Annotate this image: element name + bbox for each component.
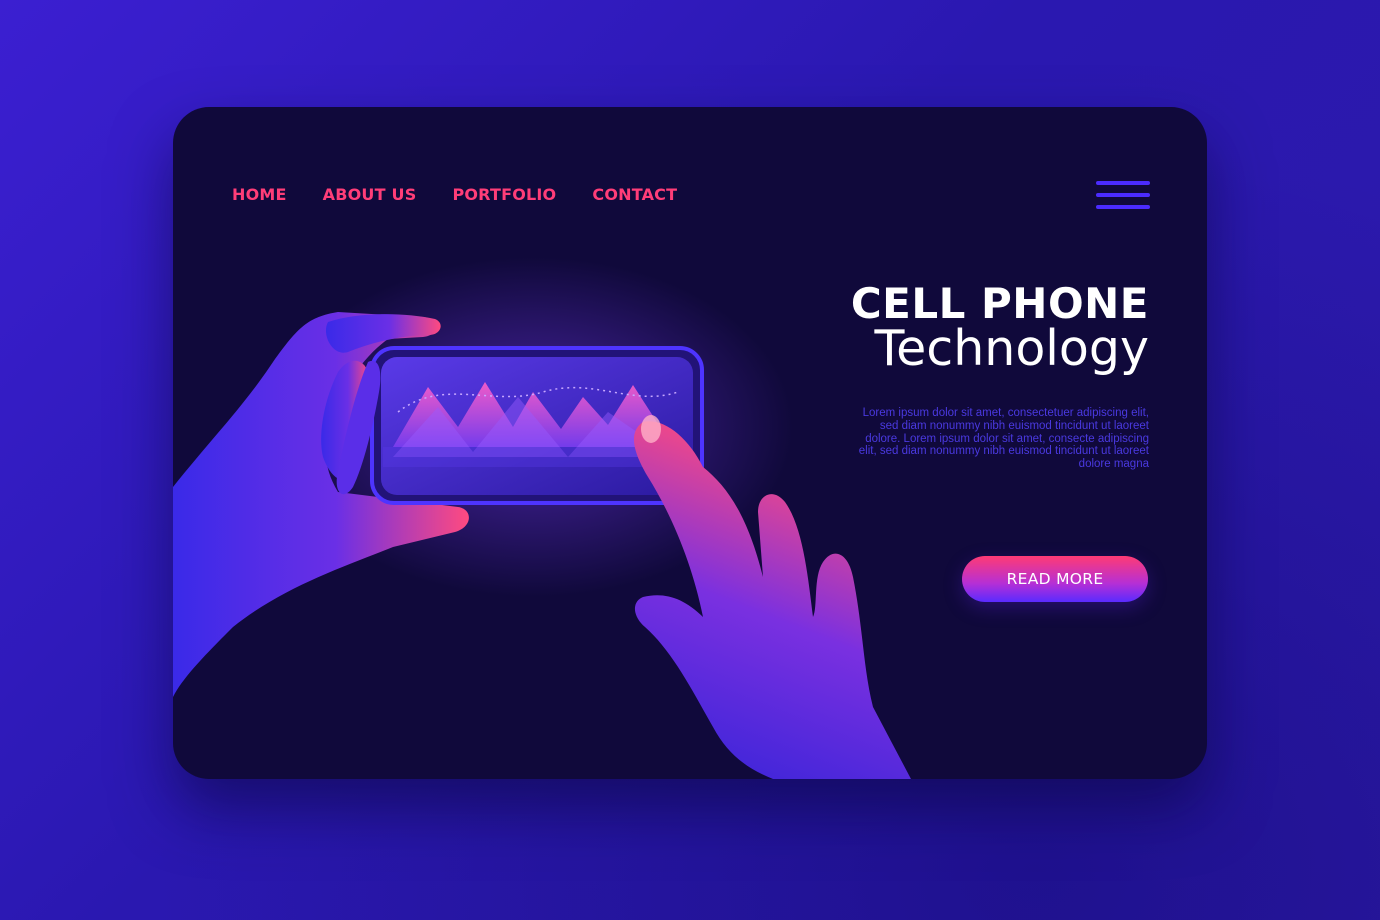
hamburger-line — [1096, 193, 1150, 197]
nav-contact-link[interactable]: CONTACT — [592, 185, 677, 204]
landing-card: HOME ABOUT US PORTFOLIO CONTACT CELL PHO… — [173, 107, 1207, 779]
nav-portfolio-link[interactable]: PORTFOLIO — [452, 185, 556, 204]
hamburger-menu-icon[interactable] — [1096, 181, 1150, 211]
nav-home-link[interactable]: HOME — [232, 185, 287, 204]
hamburger-line — [1096, 205, 1150, 209]
hero-description: Lorem ipsum dolor sit amet, consectetuer… — [858, 407, 1149, 471]
hamburger-line — [1096, 181, 1150, 185]
hero-title-line2: Technology — [874, 320, 1149, 377]
main-nav: HOME ABOUT US PORTFOLIO CONTACT — [232, 185, 677, 204]
nav-about-us-link[interactable]: ABOUT US — [323, 185, 417, 204]
read-more-button[interactable]: READ MORE — [962, 556, 1148, 602]
